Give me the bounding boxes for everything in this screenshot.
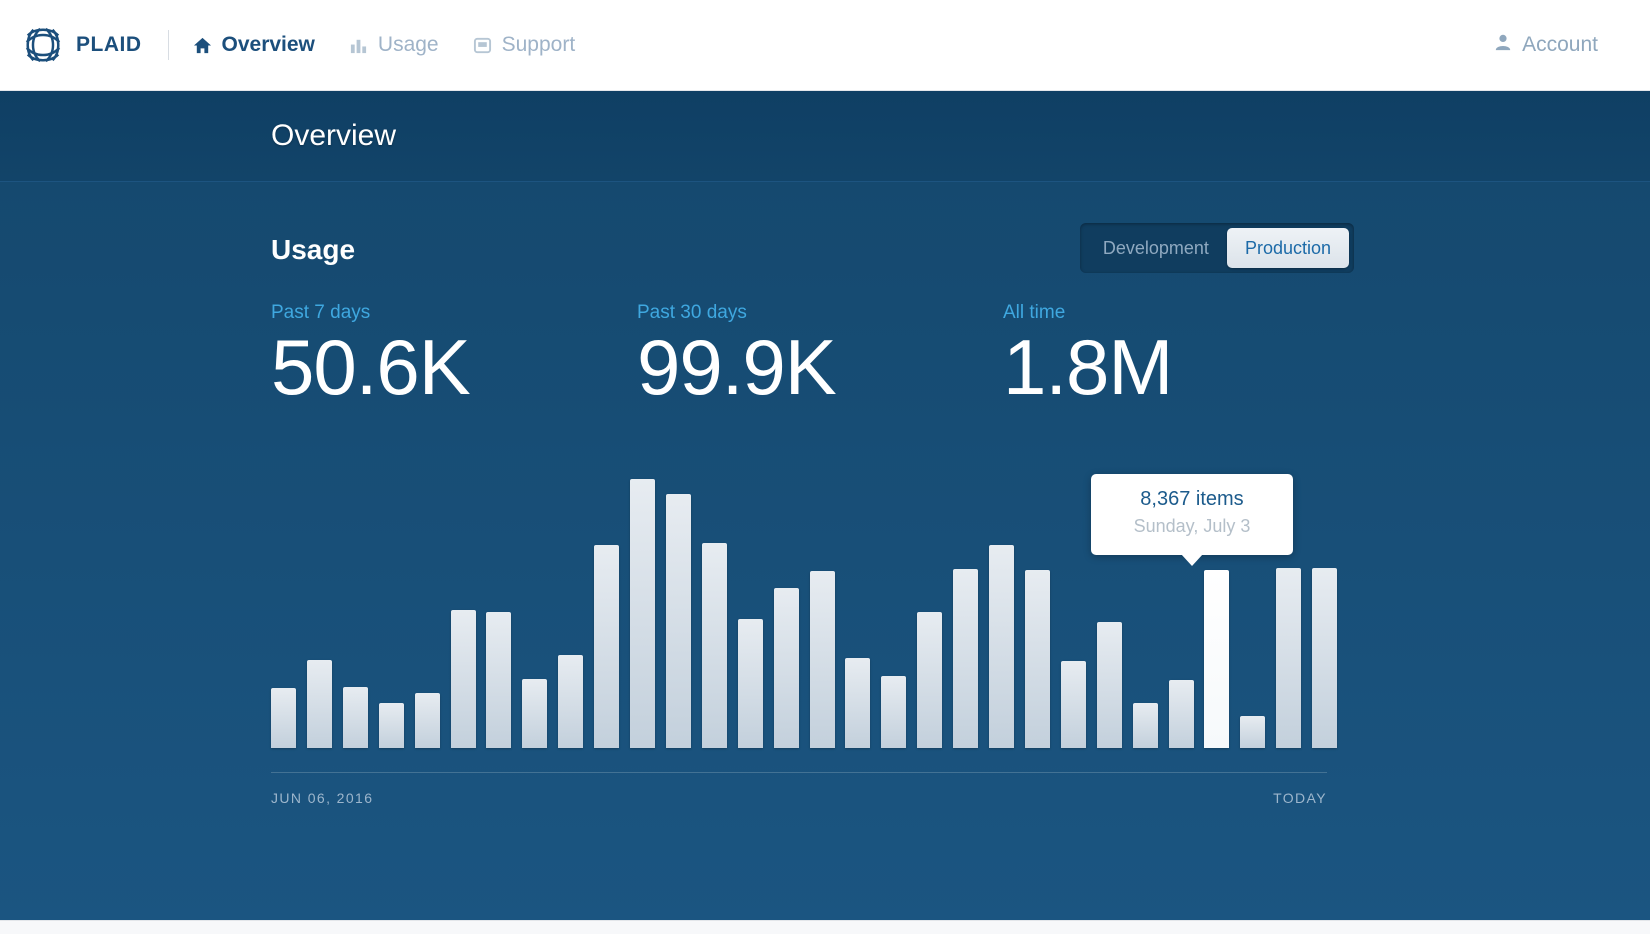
main-content-area: Usage Development Production Past 7 days… — [0, 182, 1650, 920]
chart-bar[interactable] — [953, 569, 978, 748]
nav-item-overview-label: Overview — [221, 33, 315, 56]
usage-stats: Past 7 days 50.6K Past 30 days 99.9K All… — [271, 302, 1173, 411]
chart-axis-labels: JUN 06, 2016 TODAY — [271, 790, 1327, 806]
stat-past-30-days-label: Past 30 days — [637, 302, 747, 323]
account-label: Account — [1522, 33, 1598, 56]
account-menu[interactable]: Account — [1494, 33, 1598, 57]
app-root: PLAID Overview Usage Support Account Ove… — [0, 0, 1650, 934]
stat-past-30-days-value: 99.9K — [637, 323, 837, 411]
chart-bar[interactable] — [1061, 661, 1086, 748]
stat-past-7-days-label: Past 7 days — [271, 302, 371, 323]
nav-item-support[interactable]: Support — [473, 33, 576, 57]
chart-bar[interactable] — [1204, 570, 1229, 748]
chart-bar[interactable] — [666, 494, 691, 748]
stat-past-7-days: Past 7 days 50.6K — [271, 302, 637, 406]
chart-bar[interactable] — [594, 545, 619, 748]
chart-axis-start-label: JUN 06, 2016 — [271, 790, 374, 806]
stat-all-time-label: All time — [1003, 302, 1066, 323]
chart-bar[interactable] — [271, 688, 296, 748]
tooltip-value: 8,367 items — [1140, 488, 1244, 510]
environment-toggle[interactable]: Development Production — [1079, 223, 1354, 273]
env-toggle-production[interactable]: Production — [1226, 228, 1349, 268]
bar-chart-icon — [349, 36, 368, 55]
chart-tooltip: 8,367 items Sunday, July 3 — [1091, 474, 1293, 566]
chart-bar[interactable] — [415, 693, 440, 748]
chart-bar[interactable] — [1025, 570, 1050, 748]
chart-bar[interactable] — [1312, 568, 1337, 748]
nav-item-usage[interactable]: Usage — [349, 33, 439, 57]
usage-heading: Usage — [271, 234, 356, 265]
chart-bar[interactable] — [486, 612, 511, 748]
brand-name: PLAID — [76, 33, 142, 56]
footer-strip — [0, 920, 1650, 934]
stat-past-30-days: Past 30 days 99.9K — [637, 302, 1003, 406]
chart-axis-end-label: TODAY — [1273, 790, 1327, 806]
env-toggle-development[interactable]: Development — [1085, 228, 1227, 268]
top-navigation-bar: PLAID Overview Usage Support Account — [0, 0, 1650, 91]
nav-item-overview[interactable]: Overview — [193, 33, 315, 57]
home-icon — [193, 36, 212, 55]
nav-items: Overview Usage Support — [193, 33, 576, 57]
chart-bar[interactable] — [1169, 680, 1194, 748]
chart-bar[interactable] — [379, 703, 404, 748]
tooltip-date: Sunday, July 3 — [1133, 516, 1251, 536]
nav-item-usage-label: Usage — [377, 33, 439, 56]
chart-bar[interactable] — [1133, 703, 1158, 748]
user-icon — [1494, 33, 1512, 57]
chart-bar[interactable] — [522, 679, 547, 748]
chart-bar[interactable] — [738, 619, 763, 748]
chart-bar[interactable] — [558, 655, 583, 748]
chart-axis-rule — [271, 772, 1327, 773]
chart-bar[interactable] — [810, 571, 835, 748]
usage-panel: Usage Development Production Past 7 days… — [271, 182, 1379, 920]
chart-bar[interactable] — [630, 479, 655, 748]
chart-bar[interactable] — [917, 612, 942, 748]
chart-bar[interactable] — [702, 543, 727, 748]
nav-divider — [167, 30, 169, 60]
inbox-icon — [473, 36, 492, 55]
chart-bar[interactable] — [1276, 568, 1301, 748]
page-title: Overview — [271, 119, 397, 152]
chart-bar[interactable] — [881, 676, 906, 748]
nav-item-support-label: Support — [501, 33, 576, 56]
chart-bar[interactable] — [1240, 716, 1265, 748]
page-header-band: Overview — [0, 91, 1650, 182]
chart-bar[interactable] — [307, 660, 332, 748]
brand[interactable]: PLAID — [22, 24, 142, 66]
plaid-braid-logo-icon — [22, 24, 64, 66]
stat-all-time: All time 1.8M — [1003, 302, 1173, 411]
chart-bar[interactable] — [989, 545, 1014, 748]
chart-bar[interactable] — [774, 588, 799, 748]
stat-past-7-days-value: 50.6K — [271, 323, 471, 411]
chart-bar[interactable] — [845, 658, 870, 748]
stat-all-time-value: 1.8M — [1003, 323, 1173, 411]
chart-bar[interactable] — [1097, 622, 1122, 748]
chart-bar[interactable] — [451, 610, 476, 748]
chart-bar[interactable] — [343, 687, 368, 748]
